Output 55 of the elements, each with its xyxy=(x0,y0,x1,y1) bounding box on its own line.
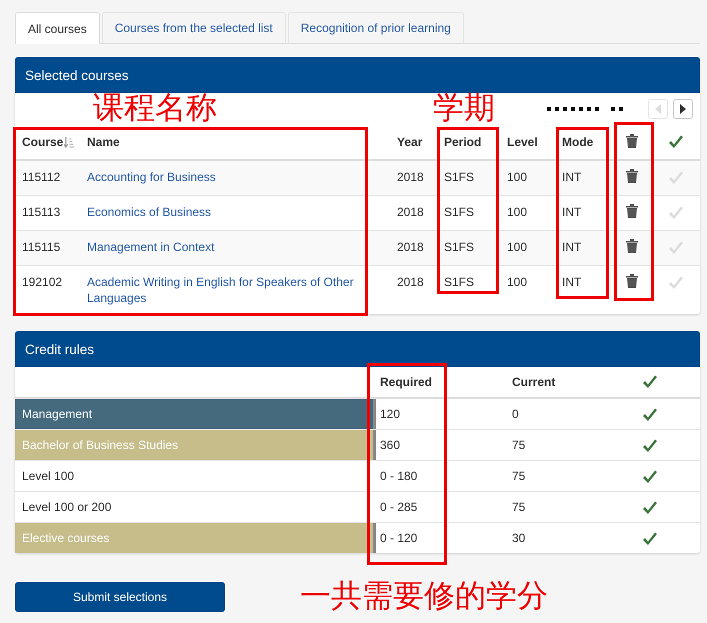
trash-icon[interactable] xyxy=(626,239,638,253)
column-header: Period xyxy=(444,135,482,149)
trash-icon[interactable] xyxy=(626,204,638,218)
trash-icon[interactable] xyxy=(626,169,638,183)
sort-icon[interactable] xyxy=(64,136,76,148)
table-cell: 0 xyxy=(505,398,635,430)
table-cell: 0 - 180 xyxy=(373,460,505,492)
table-cell: 2018 xyxy=(390,160,437,196)
course-link[interactable]: Economics of Business xyxy=(87,204,383,220)
column-header: Level xyxy=(507,135,538,149)
tab[interactable]: All courses xyxy=(15,12,100,44)
check-icon xyxy=(642,375,658,390)
column-header: Mode xyxy=(562,135,594,149)
table-cell: 2018 xyxy=(390,266,437,314)
annotation-label: 学期 xyxy=(433,90,495,126)
panel-title: Credit rules xyxy=(25,342,94,356)
tab[interactable]: Courses from the selected list xyxy=(102,12,286,43)
table-cell: 100 xyxy=(500,230,555,266)
trash-icon[interactable] xyxy=(626,134,638,148)
rule-label: Management xyxy=(15,398,373,430)
panel-title: Selected courses xyxy=(25,68,129,82)
column-header: Current xyxy=(512,375,556,389)
rule-label: Bachelor of Business Studies xyxy=(15,430,373,460)
table-cell: 115115 xyxy=(15,230,80,266)
table-cell: 30 xyxy=(505,522,635,553)
caret-left-icon xyxy=(655,104,661,114)
caret-right-icon xyxy=(680,104,686,114)
table-cell: 75 xyxy=(505,430,635,460)
course-link[interactable]: Academic Writing in English for Speakers of Other Languages xyxy=(87,274,383,306)
table-cell: 2018 xyxy=(390,230,437,266)
annotation-label: 课程名称 xyxy=(93,90,217,126)
table-cell: 0 - 285 xyxy=(373,492,505,522)
table-cell: S1FS xyxy=(437,230,500,266)
table-cell: INT xyxy=(555,266,612,314)
table-cell: 192102 xyxy=(15,266,80,314)
table-cell: 75 xyxy=(505,460,635,492)
table-cell: 115112 xyxy=(15,160,80,196)
annotation-label: 一共需要修的学分 xyxy=(300,578,548,614)
table-cell: 360 xyxy=(373,430,505,460)
table-cell: 100 xyxy=(500,160,555,196)
table-cell: 100 xyxy=(500,266,555,314)
rule-label: Level 100 xyxy=(15,460,373,492)
rule-label: Elective courses xyxy=(15,522,373,553)
table-cell: 120 xyxy=(373,398,505,430)
column-header: Required xyxy=(380,375,432,389)
column-header: Year xyxy=(397,135,422,149)
table-cell: 75 xyxy=(505,492,635,522)
next-button[interactable] xyxy=(673,99,693,119)
check-icon xyxy=(668,135,684,150)
submit-button[interactable]: Submit selections xyxy=(15,582,225,612)
column-header[interactable]: Course xyxy=(22,135,64,149)
trash-icon[interactable] xyxy=(626,274,638,288)
column-header: Name xyxy=(87,135,120,149)
table-cell: 0 - 120 xyxy=(373,522,505,553)
tab[interactable]: Recognition of prior learning xyxy=(288,12,464,43)
